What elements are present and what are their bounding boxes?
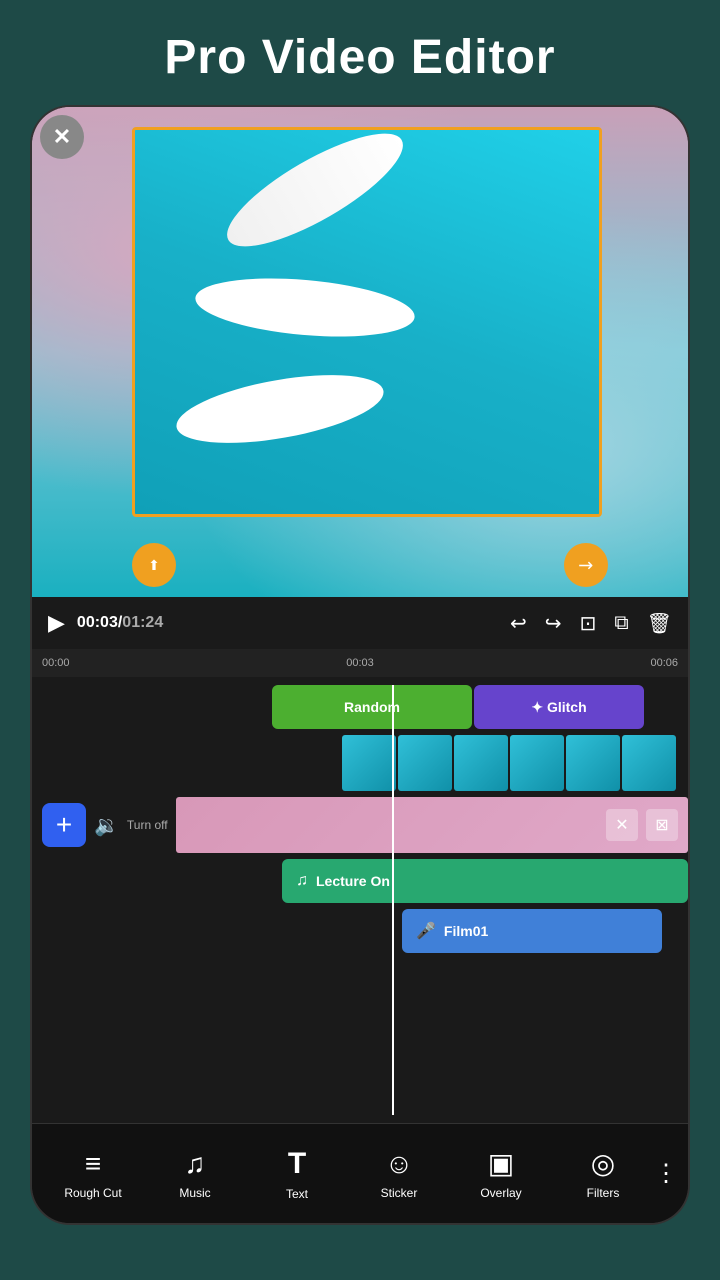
video-clip-2[interactable] xyxy=(398,735,452,791)
toolbar-item-filters[interactable]: ◎ Filters xyxy=(552,1147,654,1200)
filters-label: Filters xyxy=(587,1186,620,1200)
time-display: 00:03/01:24 xyxy=(77,614,498,632)
video-clip-6[interactable] xyxy=(622,735,676,791)
media-clips: ✕ ⊠ xyxy=(176,797,688,853)
overlay-label: Overlay xyxy=(480,1186,521,1200)
video-clip-4[interactable] xyxy=(510,735,564,791)
toolbar-item-sticker[interactable]: ☺ Sticker xyxy=(348,1148,450,1200)
video-clip-3[interactable] xyxy=(454,735,508,791)
copy-button[interactable]: ⧉ xyxy=(614,612,628,635)
music-track[interactable]: ♫ Lecture On xyxy=(282,859,688,903)
overlay-icon: ▣ xyxy=(488,1147,514,1180)
voice-track-label: Film01 xyxy=(444,923,488,939)
music-label: Music xyxy=(179,1186,210,1200)
current-time: 00:03 xyxy=(77,614,118,631)
toolbar-item-overlay[interactable]: ▣ Overlay xyxy=(450,1147,552,1200)
close-overlay-button[interactable]: ✕ xyxy=(40,115,84,159)
phone-shell: ✕ ⬆ ↗ ▶ 00:03/01:24 ↩ ↪ ⊡ ⧉ 🗑 00:00 00:0… xyxy=(30,105,690,1225)
split-button[interactable]: ⊡ xyxy=(580,611,597,636)
surf-image-inner xyxy=(135,130,599,514)
filters-icon: ◎ xyxy=(591,1147,615,1180)
ruler-marks: 00:00 00:03 00:06 xyxy=(42,657,678,669)
music-track-label: Lecture On xyxy=(316,873,390,889)
video-overlay-image[interactable] xyxy=(132,127,602,517)
turn-off-label[interactable]: Turn off xyxy=(127,818,168,832)
app-title: Pro Video Editor xyxy=(144,0,575,105)
total-time: 01:24 xyxy=(122,614,163,631)
filter-glitch[interactable]: ✦ Glitch xyxy=(474,685,644,729)
surfboard-1 xyxy=(213,127,416,266)
music-row: ♫ Lecture On xyxy=(32,859,688,903)
video-preview: ✕ ⬆ ↗ xyxy=(32,107,688,597)
filter-random[interactable]: Random xyxy=(272,685,472,729)
undo-button[interactable]: ↩ xyxy=(510,611,527,636)
timeline-area[interactable]: Random ✦ Glitch + 🔉 Turn off xyxy=(32,677,688,1123)
volume-icon[interactable]: 🔉 xyxy=(94,813,119,838)
play-button[interactable]: ▶ xyxy=(48,610,65,636)
filter-strip: Random ✦ Glitch xyxy=(272,685,644,729)
text-icon: T xyxy=(288,1147,306,1181)
playhead xyxy=(392,685,394,1115)
redo-button[interactable]: ↪ xyxy=(545,611,562,636)
rough-cut-label: Rough Cut xyxy=(64,1186,121,1200)
media-clip-main[interactable]: ✕ ⊠ xyxy=(176,797,688,853)
resize-overlay-button[interactable]: ↗ xyxy=(564,543,608,587)
mic-icon: 🎤 xyxy=(416,921,436,941)
filter-row: Random ✦ Glitch xyxy=(32,685,688,729)
ruler-mark-1: 00:03 xyxy=(346,657,374,669)
surfboard-2 xyxy=(193,271,417,345)
add-media-button[interactable]: + xyxy=(42,803,86,847)
video-clip-5[interactable] xyxy=(566,735,620,791)
ruler-mark-0: 00:00 xyxy=(42,657,70,669)
rough-cut-icon: ≡ xyxy=(85,1148,101,1180)
sticker-label: Sticker xyxy=(381,1186,418,1200)
timeline-scroll: Random ✦ Glitch + 🔉 Turn off xyxy=(32,685,688,1115)
voice-row: 🎤 Film01 xyxy=(32,909,688,953)
bottom-toolbar: ≡ Rough Cut ♫ Music T Text ☺ Sticker ▣ O… xyxy=(32,1123,688,1223)
text-label: Text xyxy=(286,1187,308,1201)
voice-track[interactable]: 🎤 Film01 xyxy=(402,909,662,953)
playback-bar: ▶ 00:03/01:24 ↩ ↪ ⊡ ⧉ 🗑 xyxy=(32,597,688,649)
delete-button[interactable]: 🗑 xyxy=(647,611,672,636)
music-icon: ♫ xyxy=(185,1148,206,1180)
music-note-icon: ♫ xyxy=(296,872,308,890)
video-clip-1[interactable] xyxy=(342,735,396,791)
toolbar-item-rough-cut[interactable]: ≡ Rough Cut xyxy=(42,1148,144,1200)
timeline-ruler: 00:00 00:03 00:06 xyxy=(32,649,688,677)
move-overlay-button[interactable]: ⬆ xyxy=(132,543,176,587)
toolbar-item-text[interactable]: T Text xyxy=(246,1147,348,1201)
ruler-mark-2: 00:06 xyxy=(650,657,678,669)
media-row: + 🔉 Turn off ✕ ⊠ xyxy=(32,797,688,853)
surfboard-3 xyxy=(172,362,389,456)
video-clip-row xyxy=(32,735,688,791)
more-options-button[interactable]: ⋮ xyxy=(654,1159,678,1188)
scissors-icon: ✕ xyxy=(606,809,638,841)
edit-toolbar: ↩ ↪ ⊡ ⧉ 🗑 xyxy=(510,611,672,636)
sticker-icon: ☺ xyxy=(385,1148,414,1180)
toolbar-item-music[interactable]: ♫ Music xyxy=(144,1148,246,1200)
split-clip-icon: ⊠ xyxy=(646,809,678,841)
